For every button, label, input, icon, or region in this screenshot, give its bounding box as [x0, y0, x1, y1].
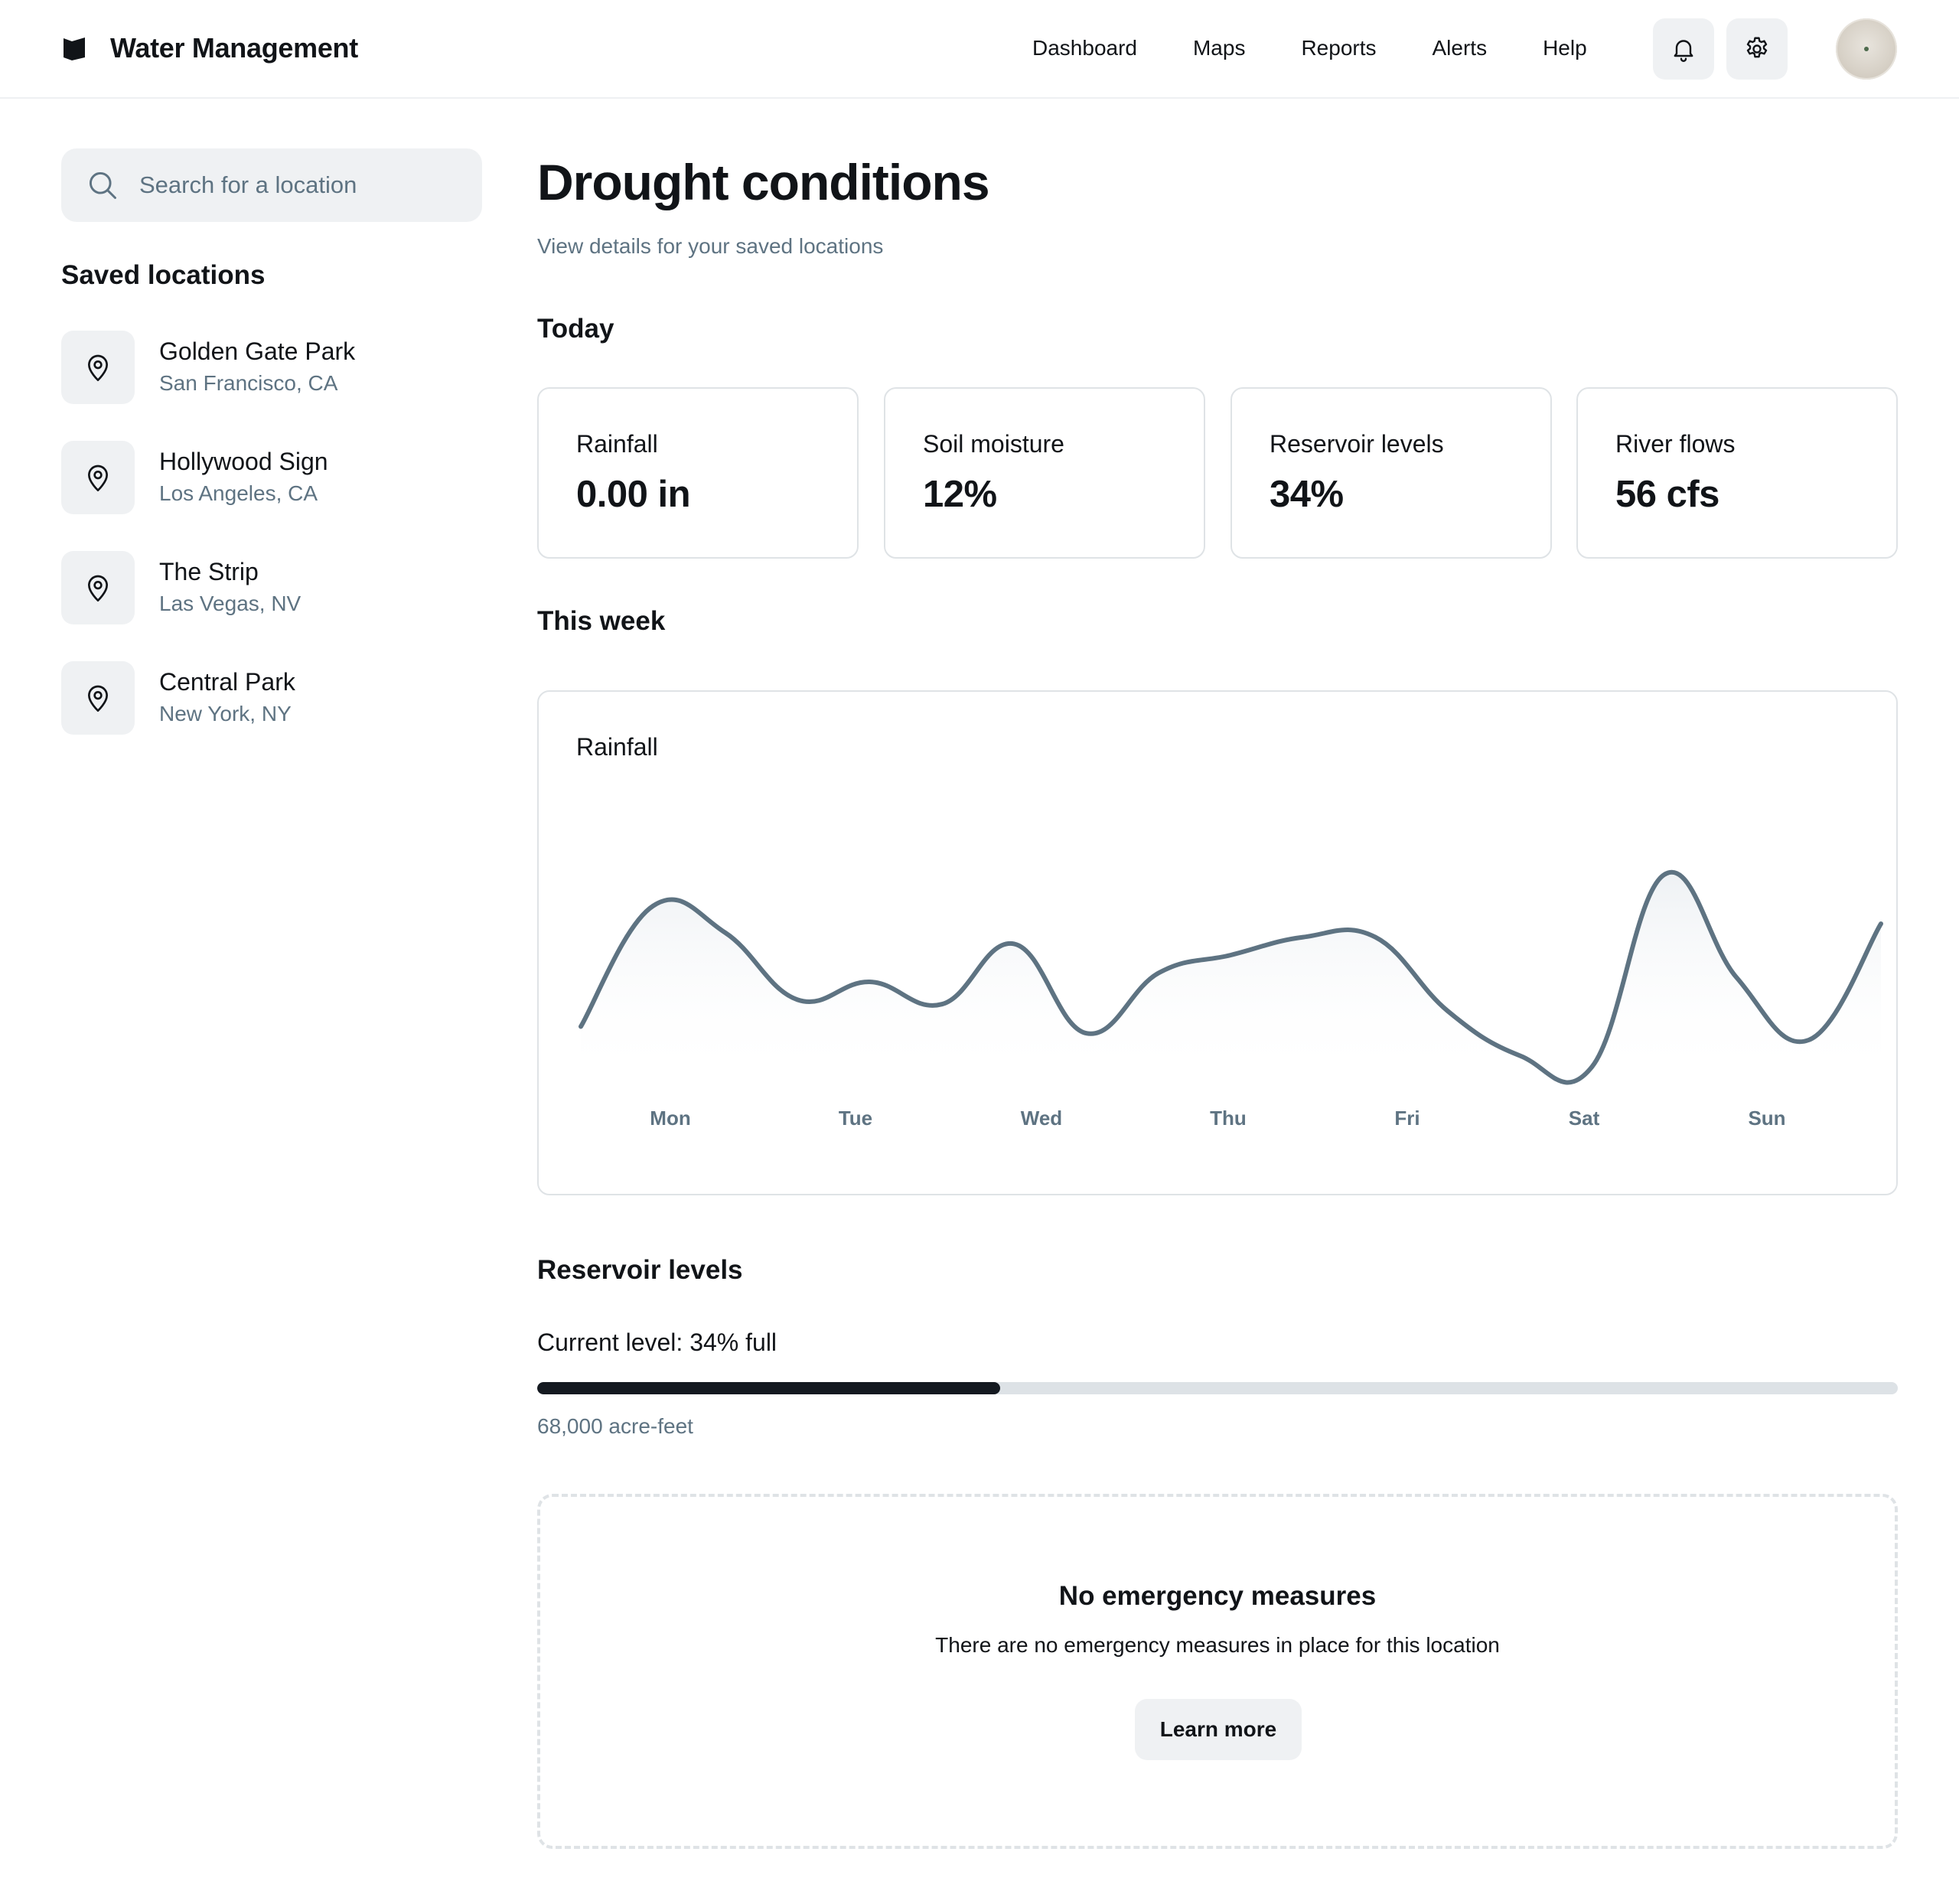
rainfall-chart-card: Rainfall Mon Tue Wed Thu Fri Sat Sun: [537, 690, 1898, 1195]
location-name: Golden Gate Park: [159, 337, 356, 365]
map-pin-icon: [88, 354, 108, 381]
nav-dashboard[interactable]: Dashboard: [1032, 36, 1137, 60]
location-place: Los Angeles, CA: [159, 481, 318, 505]
search-input[interactable]: [139, 171, 476, 199]
location-icon-tile: [61, 331, 135, 404]
emergency-measures-card: No emergency measures There are no emerg…: [537, 1494, 1898, 1849]
saved-locations-heading: Saved locations: [61, 260, 266, 290]
saved-location-item[interactable]: Hollywood Sign Los Angeles, CA: [61, 441, 482, 514]
map-pin-icon: [88, 465, 108, 491]
bell-icon: [1674, 40, 1693, 62]
notifications-button[interactable]: [1653, 18, 1714, 80]
location-search[interactable]: [61, 148, 482, 222]
main-nav: Dashboard Maps Reports Alerts Help: [1032, 28, 1643, 69]
today-heading: Today: [537, 314, 614, 344]
x-axis-ticks: Mon Tue Wed Thu Fri Sat Sun: [650, 1107, 1785, 1130]
reservoir-volume: 68,000 acre-feet: [537, 1414, 693, 1438]
nav-reports[interactable]: Reports: [1301, 36, 1376, 60]
nav-alerts[interactable]: Alerts: [1433, 36, 1488, 60]
top-header: Water Management Dashboard Maps Reports …: [0, 0, 1959, 99]
page-title: Drought conditions: [537, 154, 990, 210]
x-tick-label: Tue: [839, 1107, 872, 1130]
location-icon-tile: [61, 661, 135, 735]
rainfall-area: [581, 872, 1881, 1083]
search-icon: [89, 171, 116, 199]
location-place: San Francisco, CA: [159, 371, 338, 395]
avatar-image: [1864, 47, 1869, 51]
reservoir-progress-fill: [537, 1382, 1000, 1394]
stat-card-reservoir-levels: Reservoir levels 34%: [1230, 387, 1552, 559]
x-tick-label: Mon: [650, 1107, 690, 1130]
emergency-title: No emergency measures: [1058, 1581, 1377, 1611]
stat-card-river-flows: River flows 56 cfs: [1576, 387, 1898, 559]
location-icon-tile: [61, 551, 135, 624]
page-subtitle: View details for your saved locations: [537, 234, 884, 258]
reservoir-heading: Reservoir levels: [537, 1255, 743, 1285]
location-place: Las Vegas, NV: [159, 592, 302, 615]
saved-location-item[interactable]: The Strip Las Vegas, NV: [61, 551, 482, 624]
stat-value: 56 cfs: [1615, 474, 1719, 515]
location-icon-tile: [61, 441, 135, 514]
stat-value: 0.00 in: [576, 474, 691, 515]
x-tick-label: Sat: [1569, 1107, 1600, 1130]
learn-more-button[interactable]: Learn more: [1135, 1699, 1302, 1760]
location-name: Central Park: [159, 668, 295, 696]
stat-card-rainfall: Rainfall 0.00 in: [537, 387, 859, 559]
flag-icon: [64, 37, 85, 60]
map-pin-icon: [88, 575, 108, 602]
stat-value: 12%: [923, 474, 997, 515]
user-avatar[interactable]: [1836, 18, 1897, 80]
nav-help[interactable]: Help: [1543, 36, 1587, 60]
app-title: Water Management: [110, 32, 358, 64]
nav-maps[interactable]: Maps: [1193, 36, 1245, 60]
x-tick-label: Thu: [1210, 1107, 1247, 1130]
x-tick-label: Fri: [1394, 1107, 1420, 1130]
location-name: Hollywood Sign: [159, 448, 328, 475]
this-week-heading: This week: [537, 606, 666, 636]
saved-location-item[interactable]: Golden Gate Park San Francisco, CA: [61, 331, 482, 404]
stat-card-soil-moisture: Soil moisture 12%: [884, 387, 1205, 559]
stat-label: Rainfall: [576, 430, 658, 458]
map-pin-icon: [88, 685, 108, 712]
settings-button[interactable]: [1726, 18, 1788, 80]
reservoir-current-level: Current level: 34% full: [537, 1329, 777, 1356]
brand[interactable]: Water Management: [61, 28, 358, 69]
x-tick-label: Sun: [1748, 1107, 1785, 1130]
stat-label: Reservoir levels: [1270, 430, 1444, 458]
rainfall-chart: Mon Tue Wed Thu Fri Sat Sun: [579, 870, 1883, 1130]
stat-value: 34%: [1270, 474, 1344, 515]
reservoir-progress-bar: [537, 1382, 1898, 1394]
stat-label: Soil moisture: [923, 430, 1064, 458]
stat-label: River flows: [1615, 430, 1736, 458]
location-place: New York, NY: [159, 702, 292, 725]
x-tick-label: Wed: [1021, 1107, 1062, 1130]
emergency-text: There are no emergency measures in place…: [935, 1633, 1500, 1657]
gear-icon: [1746, 37, 1768, 58]
saved-location-item[interactable]: Central Park New York, NY: [61, 661, 482, 735]
location-name: The Strip: [159, 558, 259, 585]
